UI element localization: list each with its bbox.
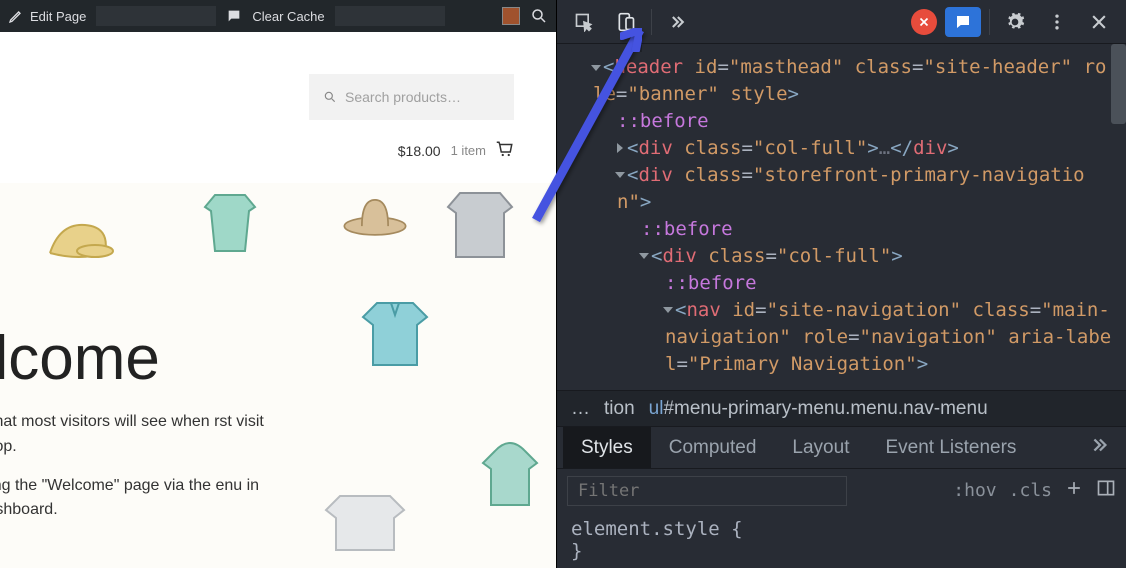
cap-illustration: [40, 203, 120, 283]
search-icon: [323, 90, 337, 104]
tab-styles[interactable]: Styles: [563, 427, 651, 468]
hero-paragraph-2: by editing the "Welcome" page via the en…: [0, 474, 287, 524]
dom-pseudo-before[interactable]: ::before: [569, 108, 1114, 135]
tab-event-listeners[interactable]: Event Listeners: [867, 427, 1034, 468]
tab-computed[interactable]: Computed: [651, 427, 775, 468]
toolbar-separator: [651, 9, 652, 35]
user-avatar[interactable]: [502, 7, 520, 25]
dom-pseudo-before[interactable]: ::before: [569, 216, 1114, 243]
site-body: Search products… $18.00 1 item elcome ic…: [0, 32, 556, 568]
pencil-icon: [8, 8, 24, 24]
cart-item-count: 1 item: [451, 143, 486, 158]
edit-page-label: Edit Page: [30, 9, 86, 24]
header-search-area: Search products…: [0, 32, 556, 120]
close-devtools-button[interactable]: [1082, 5, 1116, 39]
dom-pseudo-before[interactable]: ::before: [569, 270, 1114, 297]
admin-bar-right: [502, 7, 548, 25]
errors-badge[interactable]: [911, 9, 937, 35]
inspect-element-button[interactable]: [567, 5, 601, 39]
new-style-rule-button[interactable]: [1064, 478, 1084, 503]
kebab-menu-button[interactable]: [1040, 5, 1074, 39]
elements-breadcrumb[interactable]: … tion ul#menu-primary-menu.menu.nav-men…: [557, 390, 1126, 426]
hero-title: elcome: [0, 323, 556, 394]
breadcrumb-selected[interactable]: ul#menu-primary-menu.menu.nav-menu: [649, 398, 988, 420]
breadcrumb-item[interactable]: tion: [604, 398, 635, 420]
comments-link[interactable]: [226, 8, 242, 24]
wp-admin-bar: Edit Page Clear Cache: [0, 0, 556, 32]
dom-node-colfull-open[interactable]: <div class="col-full">: [569, 243, 1114, 270]
styles-css-pane[interactable]: element.style { }: [557, 512, 1126, 568]
styles-filter-input[interactable]: [567, 476, 847, 506]
hat-illustration: [340, 183, 410, 243]
messages-badge[interactable]: [945, 7, 981, 37]
jacket-illustration: [440, 185, 520, 265]
device-toolbar-button[interactable]: [609, 5, 643, 39]
search-placeholder: Search products…: [345, 89, 461, 105]
mini-cart[interactable]: $18.00 1 item: [0, 120, 556, 183]
clear-cache-link[interactable]: Clear Cache: [252, 9, 324, 24]
dom-node-header[interactable]: <header id="masthead" class="site-header…: [569, 54, 1114, 108]
devtools-toolbar: [557, 0, 1126, 44]
more-tabs-button[interactable]: [1078, 434, 1120, 462]
devtools-toolbar-right: [911, 5, 1116, 39]
devtools-pane: <header id="masthead" class="site-header…: [556, 0, 1126, 568]
comment-icon: [226, 8, 242, 24]
more-tabs-button[interactable]: [660, 5, 694, 39]
styles-tab-bar: Styles Computed Layout Event Listeners: [557, 426, 1126, 468]
cls-toggle[interactable]: .cls: [1009, 480, 1052, 501]
dom-node-nav[interactable]: <nav id="site-navigation" class="main-na…: [569, 297, 1114, 378]
longsleeve-illustration: [190, 185, 270, 265]
breadcrumb-ellipsis[interactable]: …: [571, 398, 590, 420]
hoodie-illustration: [470, 433, 550, 513]
elements-dom-tree[interactable]: <header id="masthead" class="site-header…: [557, 44, 1126, 390]
website-preview-pane: Edit Page Clear Cache Search products… $…: [0, 0, 556, 568]
product-search-input[interactable]: Search products…: [309, 74, 514, 120]
search-icon[interactable]: [530, 7, 548, 25]
dom-node-primary-nav[interactable]: <div class="storefront-primary-navigatio…: [569, 162, 1114, 216]
tshirt-illustration: [320, 483, 410, 563]
css-rule-line: }: [571, 540, 1112, 562]
cart-icon: [496, 140, 514, 161]
toolbar-separator: [989, 9, 990, 35]
css-rule-line: element.style {: [571, 518, 1112, 540]
admin-input-1[interactable]: [96, 6, 216, 26]
styles-filter-row: :hov .cls: [557, 468, 1126, 512]
dom-node-colfull-collapsed[interactable]: <div class="col-full">…</div>: [569, 135, 1114, 162]
hov-toggle[interactable]: :hov: [953, 480, 996, 501]
clear-cache-label: Clear Cache: [252, 9, 324, 24]
admin-input-2[interactable]: [335, 6, 445, 26]
polo-illustration: [355, 293, 435, 373]
toggle-computed-sidebar-button[interactable]: [1096, 478, 1116, 503]
hero-paragraph-1: ich is what most visitors will see when …: [0, 410, 287, 460]
edit-page-link[interactable]: Edit Page: [8, 8, 86, 24]
hero-section: elcome ich is what most visitors will se…: [0, 183, 556, 568]
tab-layout[interactable]: Layout: [774, 427, 867, 468]
settings-button[interactable]: [998, 5, 1032, 39]
cart-total: $18.00: [398, 143, 441, 159]
